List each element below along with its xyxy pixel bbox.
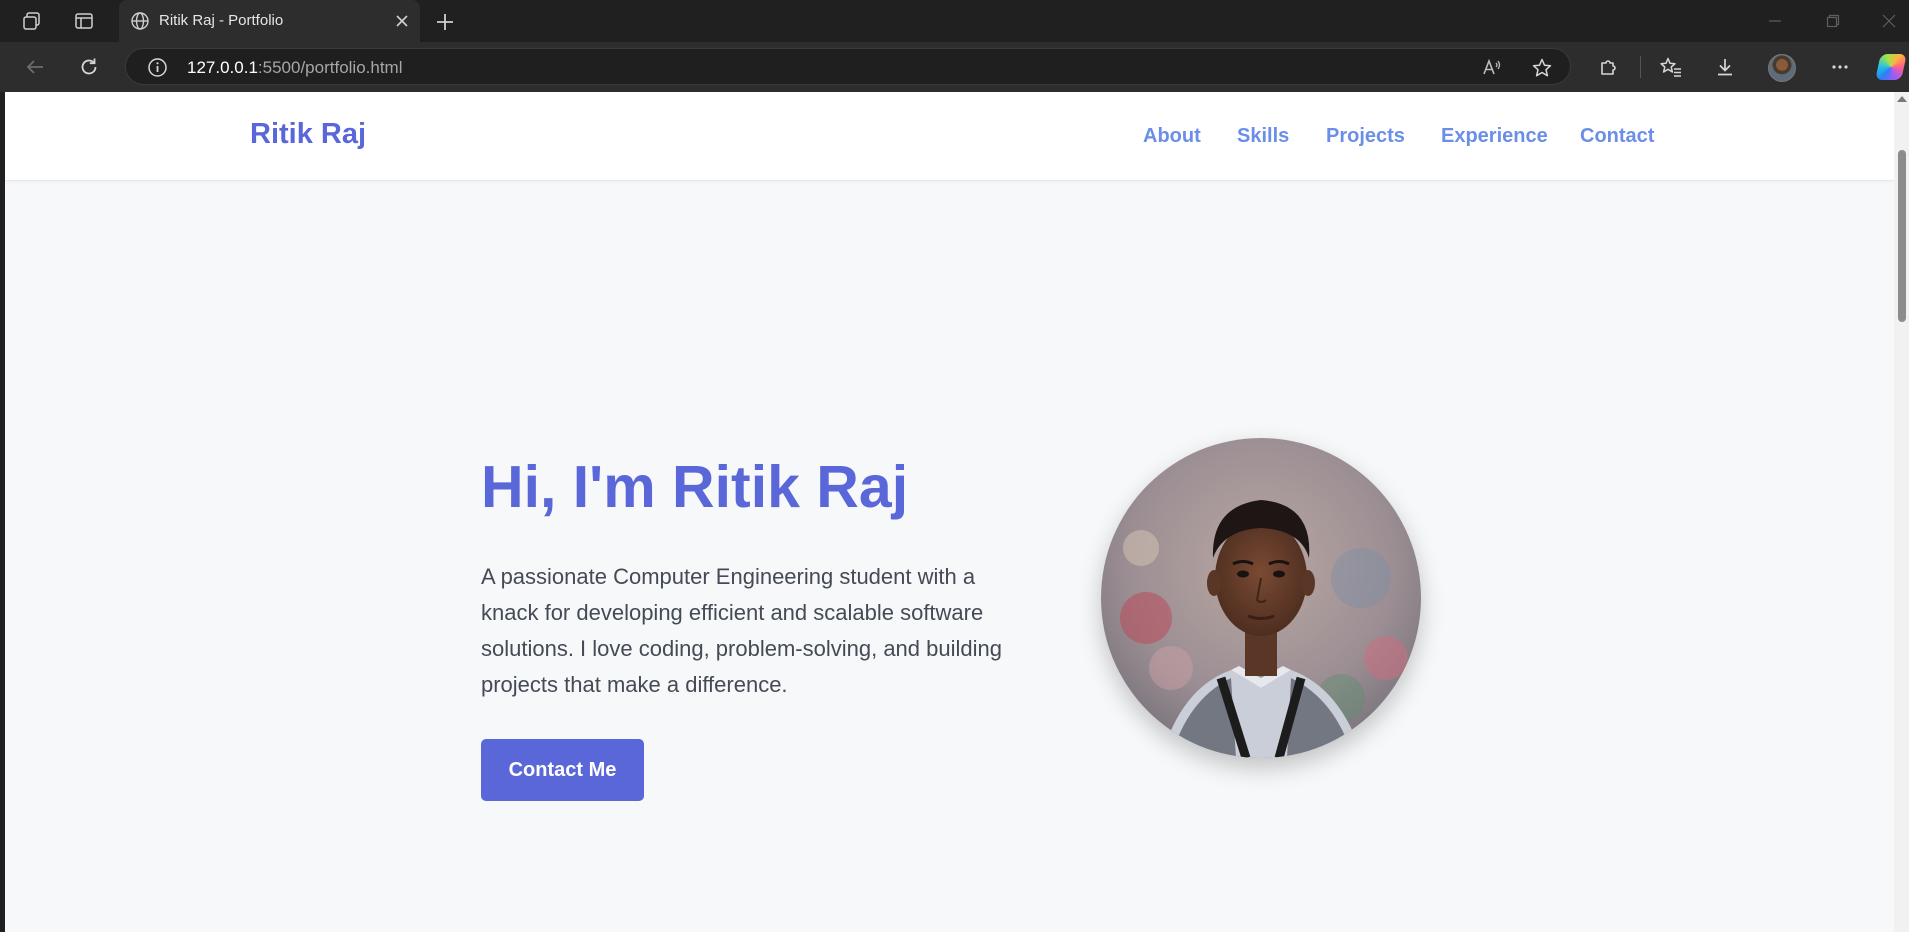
nav-link-projects[interactable]: Projects [1326,125,1405,148]
profile-photo [1101,438,1421,758]
star-icon[interactable] [1531,57,1553,79]
refresh-icon[interactable] [77,55,101,79]
profile-avatar[interactable] [1768,54,1796,82]
nav-link-skills[interactable]: Skills [1237,125,1289,148]
favorites-icon[interactable] [1659,55,1683,79]
close-icon[interactable] [392,11,412,31]
minimize-button[interactable] [1762,10,1788,32]
site-logo[interactable]: Ritik Raj [250,118,366,151]
restore-button[interactable] [1820,10,1846,32]
scroll-up-arrow-icon[interactable] [1897,96,1907,102]
scrollbar-thumb[interactable] [1898,150,1906,322]
page-scrollbar[interactable] [1894,92,1909,932]
toolbar-divider [1640,56,1641,78]
download-icon[interactable] [1713,55,1737,79]
address-host: 127.0.0.1 [187,58,258,77]
nav-link-contact[interactable]: Contact [1580,125,1654,148]
workspaces-icon[interactable] [21,10,43,32]
nav-link-experience[interactable]: Experience [1441,125,1548,148]
site-header: Ritik Raj About Skills Projects Experien… [5,92,1894,181]
nav-link-about[interactable]: About [1143,125,1201,148]
new-tab-button[interactable] [433,10,457,34]
back-arrow-icon[interactable] [23,55,47,79]
window-close-button[interactable] [1876,10,1902,32]
copilot-icon[interactable] [1875,54,1907,80]
globe-icon [129,10,151,37]
puzzle-icon[interactable] [1597,55,1621,79]
browser-toolbar: 127.0.0.1:5500/portfolio.html [0,42,1909,92]
address-url: 127.0.0.1:5500/portfolio.html [187,58,403,78]
tab-title: Ritik Raj - Portfolio [159,12,284,29]
address-path: :5500/portfolio.html [257,58,403,77]
hero-title: Hi, I'm Ritik Raj [481,454,909,520]
contact-me-button[interactable]: Contact Me [481,739,644,801]
plus-icon [437,14,453,30]
read-aloud-icon[interactable] [1481,57,1503,79]
ellipsis-icon[interactable] [1828,55,1852,79]
browser-tab[interactable]: Ritik Raj - Portfolio [119,0,420,42]
browser-tab-bar: Ritik Raj - Portfolio [0,0,1909,42]
page-viewport: Ritik Raj About Skills Projects Experien… [5,92,1894,932]
hero-description: A passionate Computer Engineering studen… [481,564,1002,697]
address-bar[interactable]: 127.0.0.1:5500/portfolio.html [125,48,1571,85]
tab-actions-icon[interactable] [73,10,95,32]
info-icon[interactable] [147,57,168,83]
